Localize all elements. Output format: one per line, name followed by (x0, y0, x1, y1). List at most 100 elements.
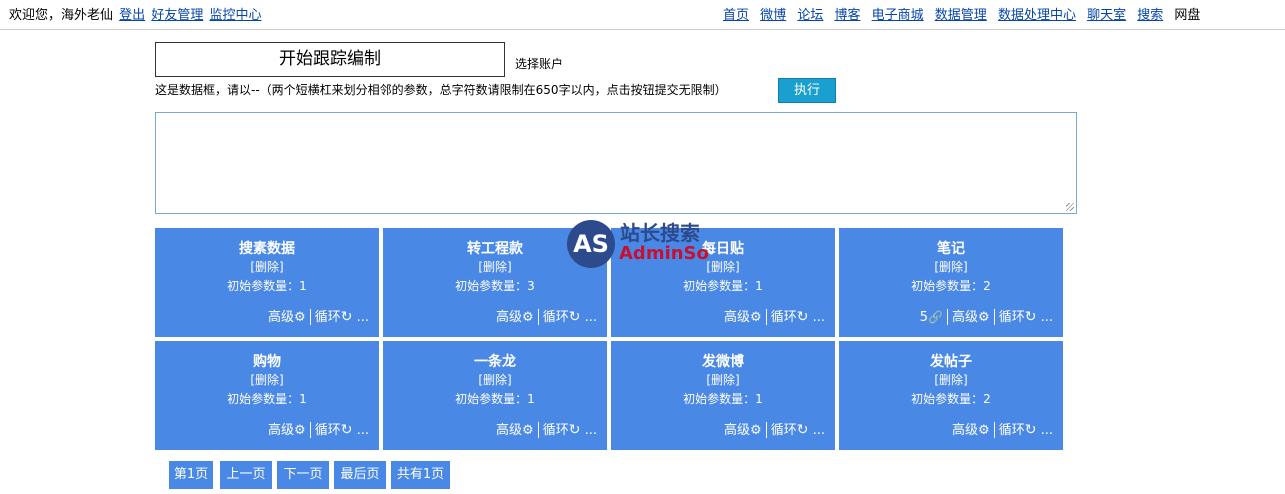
card-actions: 高级⚙ 循环↻ ... (724, 306, 825, 325)
more-button[interactable]: ... (357, 310, 369, 325)
link-icon[interactable]: 🔗 (928, 310, 943, 324)
task-title[interactable]: 一条龙 (383, 351, 607, 371)
advanced-button[interactable]: 高级⚙ (496, 423, 534, 438)
advanced-button[interactable]: 高级⚙ (268, 423, 306, 438)
gear-icon: ⚙ (750, 309, 762, 325)
task-title[interactable]: 发微博 (611, 351, 835, 371)
param-count: 初始参数量：2 (911, 392, 991, 406)
nav-weibo[interactable]: 微博 (760, 8, 786, 23)
param-count: 初始参数量：1 (683, 392, 763, 406)
separator (993, 422, 995, 438)
task-card[interactable]: 购物 [删除] 初始参数量：1 高级⚙ 循环↻ ... (155, 341, 379, 450)
task-card[interactable]: 发微博 [删除] 初始参数量：1 高级⚙ 循环↻ ... (611, 341, 835, 450)
separator (765, 309, 767, 325)
advanced-label: 高级 (724, 309, 751, 325)
watermark-cn: 站长搜索 (620, 221, 700, 245)
nav-data-center[interactable]: 数据处理中心 (998, 8, 1076, 23)
task-title[interactable]: 发帖子 (839, 351, 1063, 371)
loop-button[interactable]: 循环↻ (314, 421, 353, 438)
more-button[interactable]: ... (813, 423, 825, 438)
refresh-icon: ↻ (340, 421, 353, 438)
refresh-icon: ↻ (796, 308, 809, 325)
gear-icon: ⚙ (522, 309, 534, 325)
execute-button[interactable]: 执行 (778, 78, 836, 103)
loop-button[interactable]: 循环↻ (999, 309, 1037, 325)
more-button[interactable]: ... (357, 423, 369, 438)
card-actions: 高级⚙ 循环↻ ... (268, 306, 369, 325)
advanced-button[interactable]: 高级⚙ (496, 310, 534, 325)
next-page-button[interactable]: 下一页 (277, 461, 329, 489)
advanced-label: 高级 (952, 309, 979, 325)
delete-link[interactable]: [删除] (611, 371, 835, 390)
gear-icon: ⚙ (522, 422, 534, 438)
select-account-label[interactable]: 选择账户 (515, 55, 563, 72)
loop-label: 循环 (314, 422, 341, 438)
delete-link[interactable]: [删除] (155, 371, 379, 390)
loop-button[interactable]: 循环↻ (771, 308, 809, 325)
advanced-button[interactable]: 高级⚙ (268, 310, 306, 325)
loop-label: 循环 (542, 422, 569, 438)
advanced-button[interactable]: 高级⚙ (952, 423, 990, 438)
prev-page-button[interactable]: 上一页 (220, 461, 272, 489)
friends-link[interactable]: 好友管理 (151, 8, 203, 23)
gear-icon: ⚙ (294, 309, 306, 325)
nav-chat[interactable]: 聊天室 (1087, 8, 1126, 23)
nav-home[interactable]: 首页 (723, 8, 749, 23)
nav-netdisk: 网盘 (1174, 8, 1201, 23)
loop-button[interactable]: 循环↻ (543, 309, 581, 325)
resize-handle[interactable] (1066, 203, 1074, 211)
task-card[interactable]: 笔记 [删除] 初始参数量：2 5🔗 高级⚙ 循环↻ ... (839, 228, 1063, 337)
task-title[interactable]: 购物 (155, 351, 379, 371)
nav-blog[interactable]: 博客 (834, 8, 860, 23)
param-count: 初始参数量：1 (227, 279, 307, 293)
card-actions: 5🔗 高级⚙ 循环↻ ... (920, 306, 1053, 325)
advanced-button[interactable]: 高级⚙ (724, 310, 762, 325)
logout-link[interactable]: 登出 (119, 8, 145, 23)
delete-link[interactable]: [删除] (155, 258, 379, 277)
loop-button[interactable]: 循环↻ (315, 308, 353, 325)
loop-button[interactable]: 循环↻ (771, 422, 809, 438)
separator (993, 309, 995, 325)
param-count: 初始参数量：2 (911, 279, 991, 293)
delete-link[interactable]: [删除] (839, 258, 1063, 277)
data-textarea[interactable] (155, 112, 1077, 214)
first-page-button[interactable]: 第1页 (169, 461, 213, 489)
advanced-label: 高级 (496, 422, 523, 438)
nav-shop[interactable]: 电子商城 (872, 8, 924, 23)
task-title[interactable]: 笔记 (839, 238, 1063, 258)
card-actions: 高级⚙ 循环↻ ... (496, 419, 597, 438)
param-count: 初始参数量：1 (227, 392, 307, 406)
monitor-link[interactable]: 监控中心 (209, 8, 261, 23)
link-count[interactable]: 5 (920, 310, 928, 325)
nav-data-manage[interactable]: 数据管理 (935, 8, 987, 23)
loop-button[interactable]: 循环↻ (998, 422, 1037, 438)
more-button[interactable]: ... (585, 423, 597, 438)
last-page-button[interactable]: 最后页 (334, 461, 386, 489)
loop-button[interactable]: 循环↻ (542, 422, 581, 438)
gear-icon: ⚙ (978, 309, 990, 325)
separator (765, 422, 767, 438)
loop-label: 循环 (998, 422, 1025, 438)
delete-link[interactable]: [删除] (839, 371, 1063, 390)
task-card[interactable]: 搜素数据 [删除] 初始参数量：1 高级⚙ 循环↻ ... (155, 228, 379, 337)
nav-search[interactable]: 搜索 (1137, 8, 1163, 23)
advanced-label: 高级 (496, 309, 523, 325)
page-count-label: 共有1页 (391, 461, 450, 489)
advanced-button[interactable]: 高级⚙ (724, 423, 762, 438)
advanced-button[interactable]: 高级⚙ (952, 310, 990, 325)
task-title-box[interactable]: 开始跟踪编制 (155, 42, 505, 77)
more-button[interactable]: ... (813, 310, 825, 325)
param-count: 初始参数量：3 (455, 279, 535, 293)
separator (309, 422, 311, 438)
more-button[interactable]: ... (585, 310, 597, 325)
refresh-icon: ↻ (340, 308, 353, 325)
separator (309, 309, 311, 325)
delete-link[interactable]: [删除] (383, 371, 607, 390)
task-card[interactable]: 一条龙 [删除] 初始参数量：1 高级⚙ 循环↻ ... (383, 341, 607, 450)
more-button[interactable]: ... (1041, 423, 1053, 438)
task-card[interactable]: 发帖子 [删除] 初始参数量：2 高级⚙ 循环↻ ... (839, 341, 1063, 450)
watermark-en: AdminSo (619, 243, 709, 264)
task-title[interactable]: 搜素数据 (155, 238, 379, 258)
nav-forum[interactable]: 论坛 (797, 8, 823, 23)
more-button[interactable]: ... (1041, 310, 1053, 325)
